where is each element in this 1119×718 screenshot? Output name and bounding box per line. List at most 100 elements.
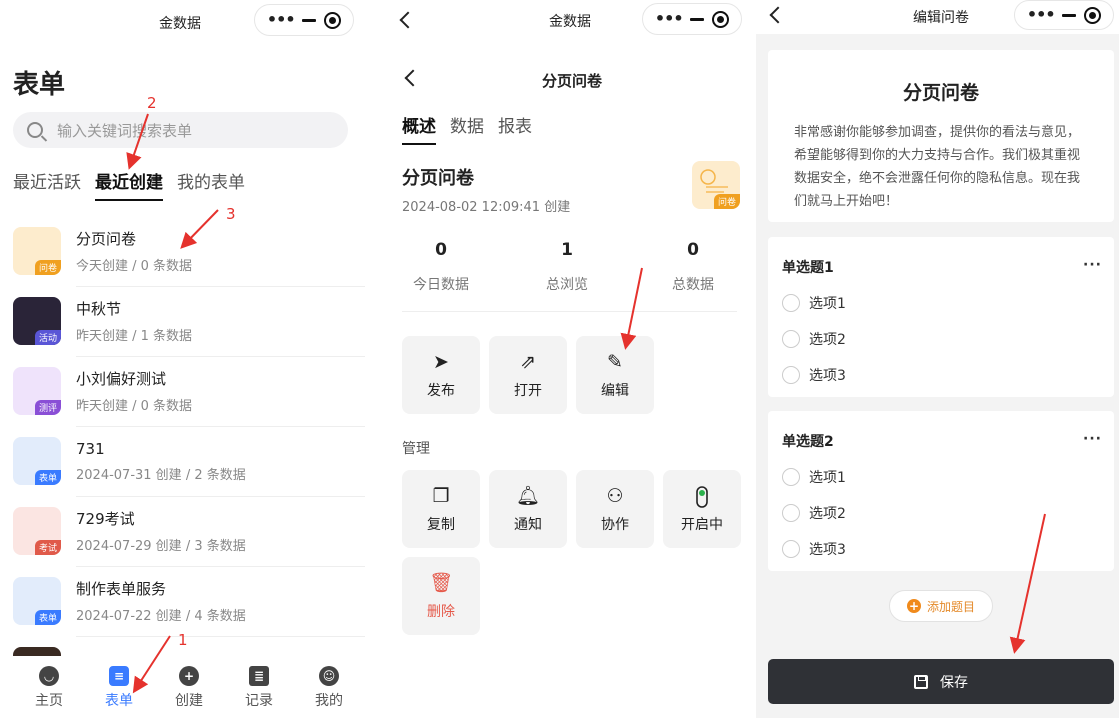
- publish-button[interactable]: ➤ 发布: [402, 336, 480, 414]
- tab-report[interactable]: 报表: [498, 112, 532, 145]
- form-thumbnail: 问卷: [692, 161, 740, 209]
- delete-label: 删除: [427, 604, 455, 620]
- nav-title: 金数据: [549, 14, 591, 30]
- page-title: 分页问卷: [541, 72, 602, 90]
- form-type-tag: 问卷: [713, 194, 740, 209]
- tab-forms[interactable]: ≡ 表单: [91, 666, 147, 718]
- form-name: 制作表单服务: [76, 580, 167, 598]
- open-button[interactable]: ⇗ 打开: [489, 336, 567, 414]
- save-icon: [914, 674, 928, 689]
- form-list-item[interactable]: 表单 制作表单服务 2024-07-22 创建 / 4 条数据: [13, 566, 365, 636]
- option-item[interactable]: 选项3: [768, 531, 1114, 567]
- stat-today[interactable]: 0 今日数据: [378, 240, 504, 294]
- tab-home-label: 主页: [35, 693, 63, 709]
- form-thumbnail: 表单: [13, 437, 61, 485]
- question-card[interactable]: 单选题1 ··· 选项1 选项2 选项3: [768, 237, 1114, 397]
- stat-total[interactable]: 0 总数据: [630, 240, 756, 294]
- user-icon: ☺: [319, 666, 339, 686]
- annotation-number: 3: [226, 205, 236, 223]
- form-meta: 昨天创建 / 1 条数据: [76, 329, 193, 344]
- minimize-icon[interactable]: [302, 18, 317, 22]
- minimize-icon[interactable]: [690, 17, 705, 21]
- notify-label: 通知: [514, 517, 542, 533]
- action-tiles: ➤ 发布 ⇗ 打开 ✎ 编辑: [402, 336, 654, 414]
- external-link-icon: ⇗: [520, 351, 536, 373]
- option-label: 选项3: [809, 368, 846, 384]
- form-name: 731: [76, 439, 105, 458]
- form-thumbnail: 测评: [13, 367, 61, 415]
- more-dots-icon[interactable]: •••: [1027, 7, 1056, 23]
- option-item[interactable]: 选项2: [768, 495, 1114, 531]
- form-type-tag: 表单: [34, 470, 61, 485]
- stat-value: 0: [687, 240, 699, 260]
- nav-title: 编辑问卷: [913, 10, 969, 26]
- form-thumbnail: 考试: [13, 507, 61, 555]
- collaborate-button[interactable]: ⚇ 协作: [576, 470, 654, 548]
- form-list-item[interactable]: 测评 小刘偏好测试 昨天创建 / 0 条数据: [13, 356, 365, 426]
- form-list-item[interactable]: 表单 731 2024-07-31 创建 / 2 条数据: [13, 426, 365, 496]
- close-target-icon[interactable]: [324, 11, 342, 29]
- stats-row: 0 今日数据 1 总浏览 0 总数据: [378, 240, 756, 294]
- form-meta: 2024-07-31 创建 / 2 条数据: [76, 467, 246, 483]
- back-icon[interactable]: [399, 11, 417, 29]
- tab-my-forms[interactable]: 我的表单: [177, 168, 245, 201]
- more-dots-icon[interactable]: •••: [267, 12, 296, 28]
- form-name: 729考试: [76, 510, 135, 528]
- option-item[interactable]: 选项2: [768, 321, 1114, 357]
- search-input[interactable]: 输入关键词搜索表单: [13, 112, 348, 148]
- tab-data[interactable]: 数据: [450, 112, 484, 145]
- notify-button[interactable]: 🔔︎ 通知: [489, 470, 567, 548]
- send-icon: ➤: [433, 351, 449, 373]
- tab-home[interactable]: ◡ 主页: [21, 666, 77, 718]
- enabled-label: 开启中: [681, 517, 723, 533]
- survey-intro-card[interactable]: 分页问卷 非常感谢你能够参加调查，提供你的看法与意见，希望能够得到你的大力支持与…: [768, 50, 1114, 222]
- question-card[interactable]: 单选题2 ··· 选项1 选项2 选项3: [768, 411, 1114, 571]
- enabled-toggle-button[interactable]: 开启中: [663, 470, 741, 548]
- form-list-item[interactable]: 问卷 分页问卷 今天创建 / 0 条数据: [13, 216, 365, 286]
- form-meta: 2024-07-29 创建 / 3 条数据: [76, 539, 246, 554]
- page-title: 表单: [13, 70, 66, 100]
- more-options-icon[interactable]: ···: [1083, 431, 1102, 451]
- add-question-button[interactable]: + 添加题目: [889, 590, 993, 622]
- forms-list-screen: 金数据 ••• 表单 输入关键词搜索表单 最近活跃 最近创建 我的表单 问卷 分页…: [0, 0, 378, 718]
- form-thumbnail: 表单: [13, 577, 61, 625]
- tab-create[interactable]: + 创建: [161, 666, 217, 718]
- stat-label: 总数据: [672, 277, 714, 293]
- edit-button[interactable]: ✎ 编辑: [576, 336, 654, 414]
- edit-label: 编辑: [601, 383, 629, 399]
- miniprogram-capsule: •••: [254, 4, 354, 36]
- radio-icon: [782, 294, 800, 312]
- tab-recent-created[interactable]: 最近创建: [95, 168, 163, 201]
- divider: [402, 311, 737, 312]
- delete-button[interactable]: 🗑︎ 删除: [402, 557, 480, 635]
- plus-circle-icon: +: [906, 599, 921, 613]
- tab-recent-active[interactable]: 最近活跃: [13, 168, 81, 201]
- tab-overview[interactable]: 概述: [402, 112, 436, 145]
- form-thumbnail: 活动: [13, 297, 61, 345]
- save-button[interactable]: 保存: [768, 659, 1114, 704]
- option-item[interactable]: 选项1: [768, 459, 1114, 495]
- form-name: 分页问卷: [402, 168, 474, 189]
- stat-value: 1: [561, 240, 573, 260]
- copy-button[interactable]: ❐ 复制: [402, 470, 480, 548]
- question-title: 单选题2: [782, 434, 834, 450]
- danger-tiles: 🗑︎ 删除: [402, 557, 480, 635]
- option-item[interactable]: 选项3: [768, 357, 1114, 393]
- option-item[interactable]: 选项1: [768, 285, 1114, 321]
- minimize-icon[interactable]: [1062, 13, 1077, 17]
- tab-records[interactable]: ≣ 记录: [231, 666, 287, 718]
- form-list-item[interactable]: 考试 729考试 2024-07-29 创建 / 3 条数据: [13, 496, 365, 566]
- stat-views[interactable]: 1 总浏览: [504, 240, 630, 294]
- form-list-item[interactable]: 活动 中秋节 昨天创建 / 1 条数据: [13, 286, 365, 356]
- more-options-icon[interactable]: ···: [1083, 257, 1102, 277]
- close-target-icon[interactable]: [1084, 6, 1102, 24]
- bell-icon: 🔔︎: [515, 485, 541, 507]
- more-dots-icon[interactable]: •••: [655, 11, 684, 27]
- copy-label: 复制: [427, 517, 455, 533]
- tab-mine[interactable]: ☺ 我的: [301, 666, 357, 718]
- radio-icon: [782, 330, 800, 348]
- close-target-icon[interactable]: [712, 10, 730, 28]
- back-icon[interactable]: [404, 69, 422, 87]
- stat-value: 0: [435, 240, 447, 260]
- form-meta: 今天创建 / 0 条数据: [76, 259, 193, 274]
